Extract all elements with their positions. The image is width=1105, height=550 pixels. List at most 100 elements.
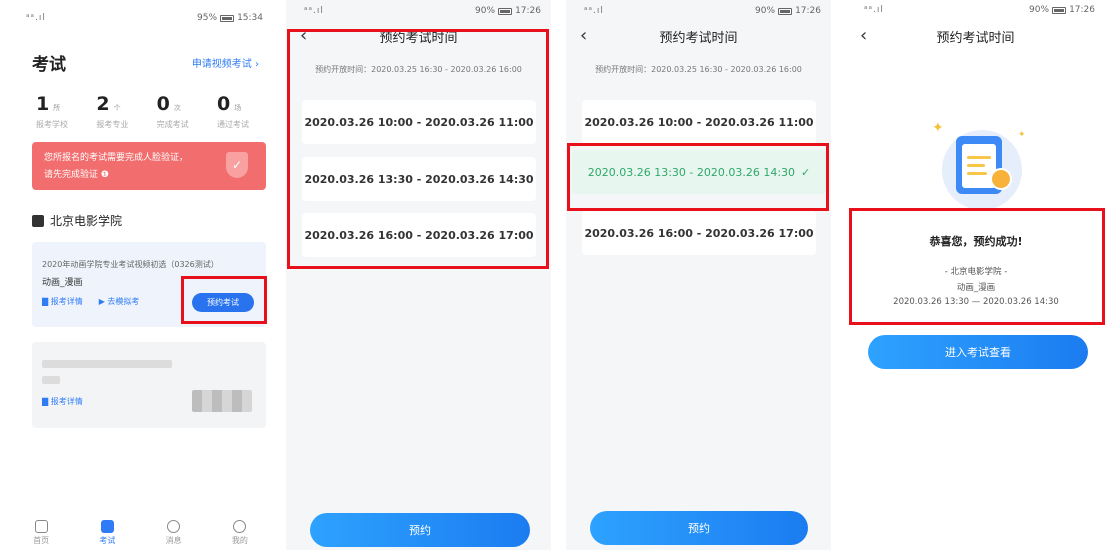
nav-title: 预约考试时间 [379, 30, 458, 46]
enter-exam-button[interactable]: 进入考试查看 [868, 335, 1088, 369]
message-icon [167, 520, 181, 533]
mock-exam-link[interactable]: ▶ 去模拟考 [99, 296, 140, 307]
battery-percent: 90% [1029, 5, 1050, 15]
stat-completed[interactable]: 0 次完成考试 [157, 93, 189, 130]
check-icon: ✓ [801, 165, 811, 179]
tab-label: 我的 [231, 536, 248, 545]
success-major: 动画_漫画 [956, 283, 996, 293]
tab-label: 首页 [33, 536, 50, 545]
status-bar: ᵃᵃ.ıl 90% 17:26 [286, 0, 551, 20]
exam-detail-link[interactable]: ▇ 报考详情 [42, 296, 83, 307]
apply-video-exam-link[interactable]: 申请视频考试 › [192, 55, 259, 70]
tab-exam[interactable]: 考试 [99, 520, 115, 546]
signal-icon: ᵃᵃ.ıl [584, 6, 604, 16]
tab-profile[interactable]: 我的 [232, 520, 248, 546]
tab-label: 消息 [165, 536, 182, 545]
stat-majors[interactable]: 2 个报考专业 [96, 93, 128, 130]
exam-detail-link[interactable]: ▇ 报考详情 [42, 396, 83, 407]
time-slot-label: 2020.03.26 13:30 - 2020.03.26 14:30 [587, 165, 796, 179]
exam-home-screen: ᵃᵃ.ıl 95% 15:34 考试 申请视频考试 › 1 所报考学校 2 个报考专业… [8, 0, 273, 550]
exam-card-blurred: ▇ 报考详情 [32, 342, 266, 428]
signal-icon: ᵃᵃ.ıl [864, 5, 884, 15]
open-time-text: 预约开放时间：2020.03.25 16:30 - 2020.03.26 16:… [595, 65, 802, 74]
clock: 17:26 [515, 6, 541, 16]
stat-number: 0 [216, 93, 231, 115]
battery-icon [778, 7, 793, 15]
screenshot-stage: ᵃᵃ.ıl 95% 15:34 考试 申请视频考试 › 1 所报考学校 2 个报考专业… [0, 0, 1105, 550]
redacted-button [192, 390, 252, 412]
stat-unit: 次 [173, 104, 181, 112]
stat-unit: 个 [113, 104, 121, 112]
stat-schools[interactable]: 1 所报考学校 [36, 93, 68, 130]
stat-label: 报考专业 [96, 120, 129, 129]
calendar-clock-illustration: ✦ ✦ [932, 120, 1026, 210]
sparkle-icon: ✦ [932, 120, 944, 136]
open-time-text: 预约开放时间：2020.03.25 16:30 - 2020.03.26 16:… [315, 65, 522, 74]
booking-success-screen: ᵃᵃ.ıl 90% 17:26 ‹ 预约考试时间 ✦ ✦ 恭喜您，预约成功! - … [846, 0, 1105, 550]
time-slot[interactable]: 2020.03.26 13:30 - 2020.03.26 14:30 [302, 157, 536, 201]
back-arrow-icon[interactable]: ‹ [580, 25, 587, 46]
stat-label: 报考学校 [36, 120, 68, 129]
signal-icon: ᵃᵃ.ıl [26, 13, 46, 23]
home-icon [34, 520, 48, 533]
time-slot[interactable]: 2020.03.26 10:00 - 2020.03.26 11:00 [582, 100, 816, 144]
school-header: 北京电影学院 [32, 212, 122, 229]
stat-passed[interactable]: 0 场通过考试 [217, 93, 249, 130]
stats-row: 1 所报考学校 2 个报考专业 0 次完成考试 0 场通过考试 [8, 75, 273, 130]
nav-title: 预约考试时间 [659, 30, 738, 46]
battery-percent: 95% [197, 13, 218, 23]
signal-icon: ᵃᵃ.ıl [304, 6, 324, 16]
clock: 17:26 [1069, 5, 1095, 15]
status-bar: ᵃᵃ.ıl 90% 17:26 [566, 0, 831, 20]
stat-label: 通过考试 [216, 120, 249, 129]
redacted-text [42, 376, 60, 384]
status-bar: ᵃᵃ.ıl 90% 17:26 [846, 0, 1105, 20]
school-icon [32, 214, 44, 227]
stat-number: 0 [156, 93, 170, 115]
stat-number: 1 [36, 93, 50, 115]
nav-title: 预约考试时间 [936, 30, 1015, 46]
select-time-screen-selected: ᵃᵃ.ıl 90% 17:26 ‹ 预约考试时间 预约开放时间：2020.03.2… [566, 0, 831, 550]
stat-unit: 场 [234, 104, 242, 112]
nav-bar: ‹ 预约考试时间 [566, 24, 831, 48]
tab-home[interactable]: 首页 [33, 520, 49, 546]
time-slot[interactable]: 2020.03.26 16:00 - 2020.03.26 17:00 [582, 211, 816, 255]
nav-bar: ‹ 预约考试时间 [846, 24, 1105, 48]
success-school: - 北京电影学院 - [944, 267, 1008, 277]
time-slot-selected[interactable]: 2020.03.26 13:30 - 2020.03.26 14:30 ✓ [572, 150, 826, 194]
battery-icon [220, 14, 235, 22]
stat-unit: 所 [53, 104, 61, 112]
tab-bar: 首页 考试 消息 我的 [8, 518, 273, 550]
battery-icon [498, 7, 513, 15]
exam-card: 2020年动画学院专业考试视频初选（0326测试） 动画_漫画 ▇ 报考详情 ▶… [32, 242, 266, 327]
exam-name: 2020年动画学院专业考试视频初选（0326测试） [42, 260, 219, 269]
battery-icon [1052, 6, 1067, 14]
time-slot[interactable]: 2020.03.26 10:00 - 2020.03.26 11:00 [302, 100, 536, 144]
back-arrow-icon[interactable]: ‹ [300, 25, 307, 46]
select-time-screen: ᵃᵃ.ıl 90% 17:26 ‹ 预约考试时间 预约开放时间：2020.03.2… [286, 0, 551, 550]
book-exam-button[interactable]: 预约考试 [192, 293, 254, 312]
clock: 15:34 [237, 13, 263, 23]
face-verification-alert[interactable]: 您所报名的考试需要完成人脸验证， 请先完成验证 ❶ ✓ [32, 142, 266, 190]
status-bar: ᵃᵃ.ıl 95% 15:34 [8, 0, 273, 36]
stat-label: 完成考试 [156, 120, 189, 129]
clock: 17:26 [795, 6, 821, 16]
book-button[interactable]: 预约 [590, 511, 808, 545]
sparkle-icon: ✦ [1018, 130, 1026, 140]
battery-percent: 90% [475, 6, 496, 16]
shield-icon: ✓ [226, 152, 248, 178]
page-title: 考试 [32, 55, 66, 75]
time-slot[interactable]: 2020.03.26 16:00 - 2020.03.26 17:00 [302, 213, 536, 257]
nav-bar: ‹ 预约考试时间 [286, 24, 551, 48]
success-time: 2020.03.26 13:30 — 2020.03.26 14:30 [893, 297, 1059, 307]
success-title: 恭喜您，预约成功! [929, 235, 1023, 248]
exam-icon [100, 520, 114, 533]
profile-icon [233, 520, 247, 533]
exam-major: 动画_漫画 [42, 278, 83, 288]
tab-label: 考试 [99, 536, 116, 545]
stat-number: 2 [96, 93, 110, 115]
tab-message[interactable]: 消息 [166, 520, 182, 546]
back-arrow-icon[interactable]: ‹ [860, 25, 867, 46]
school-name: 北京电影学院 [50, 214, 123, 228]
book-button[interactable]: 预约 [310, 513, 530, 547]
